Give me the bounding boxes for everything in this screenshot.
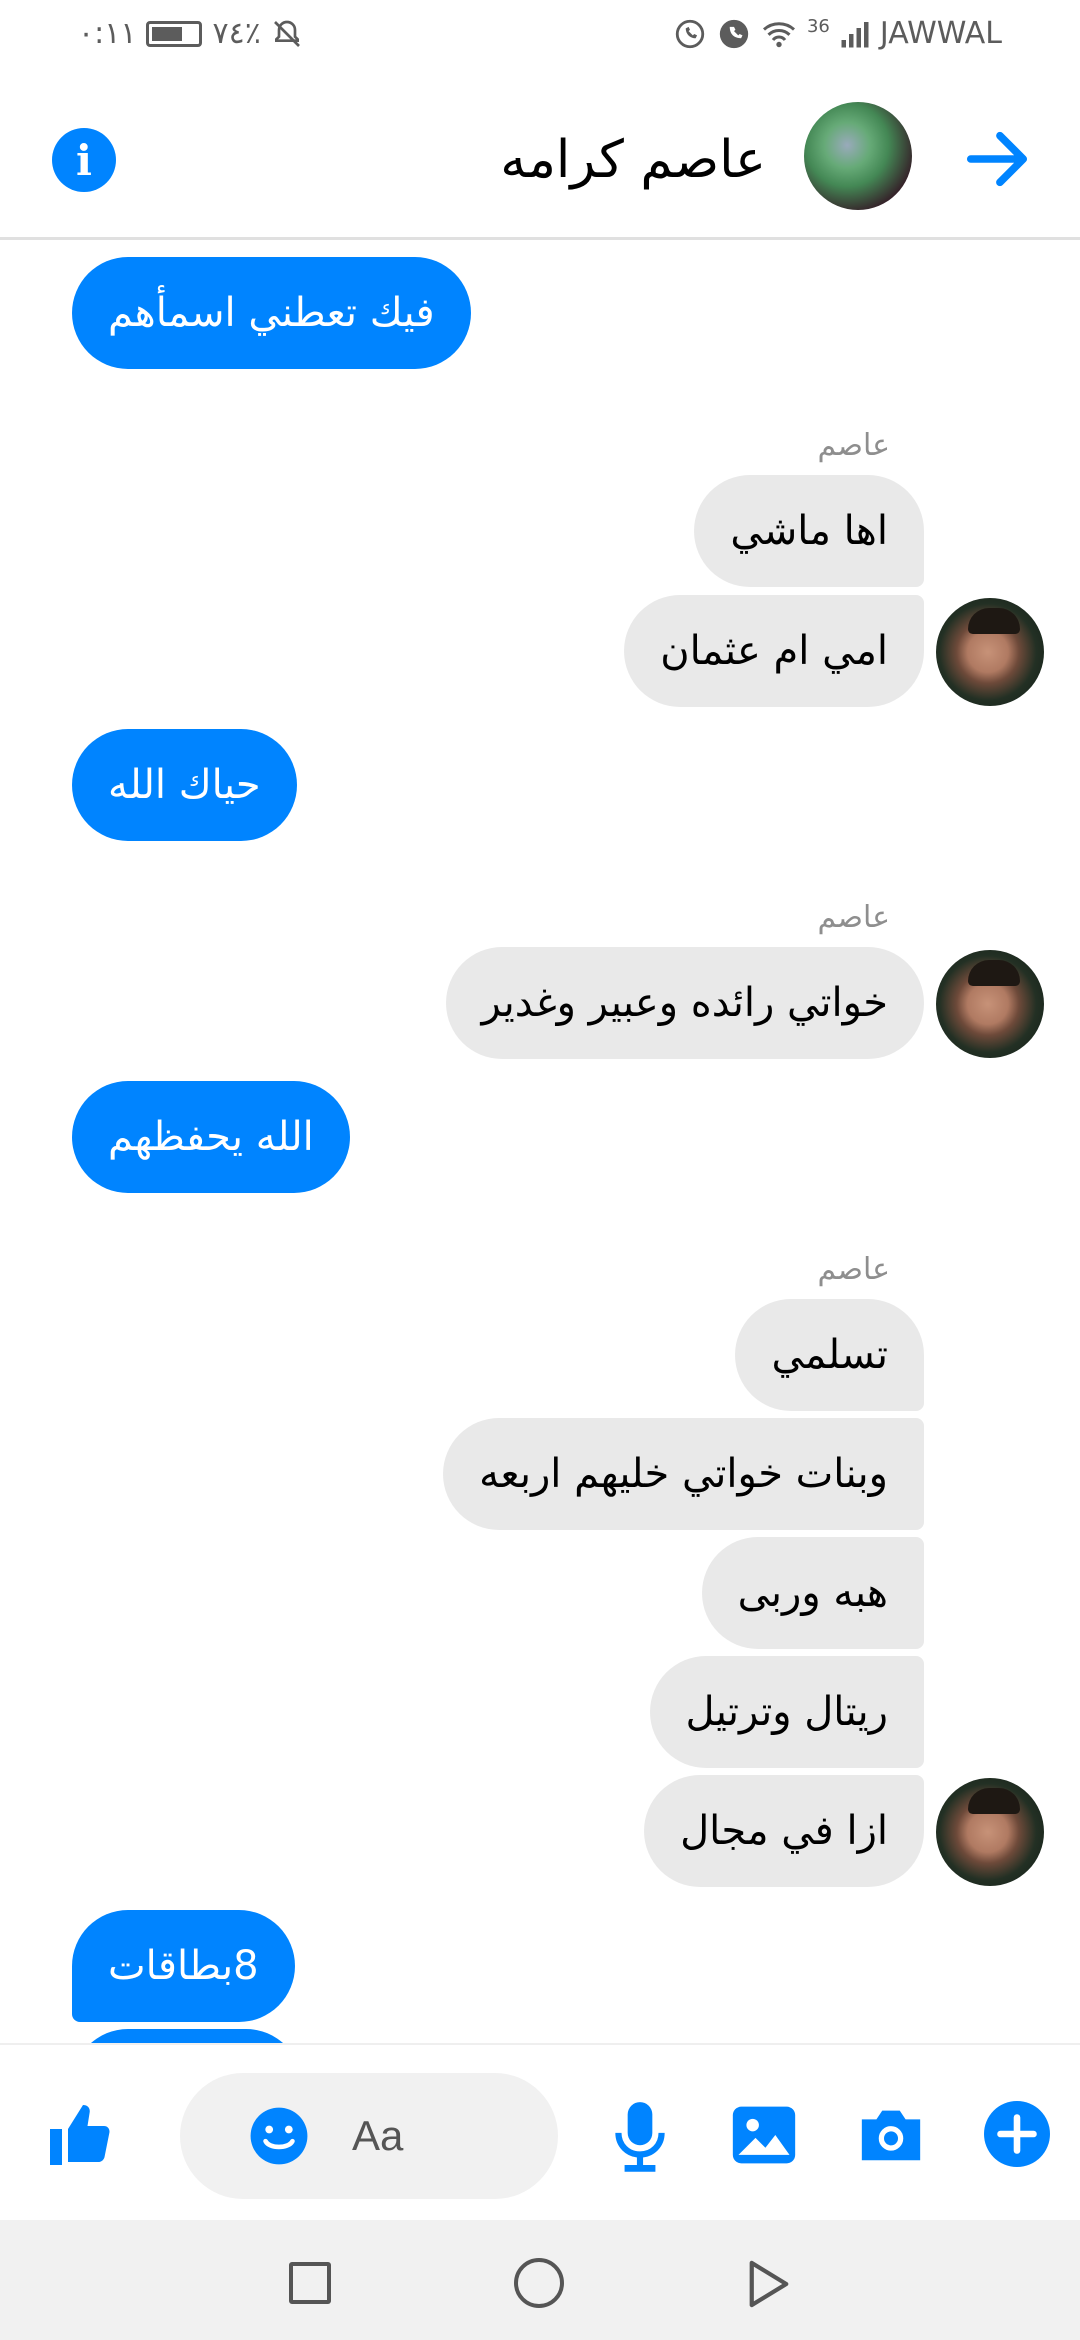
sender-avatar[interactable] [936,598,1044,706]
outgoing-message[interactable]: فيك تعطني اسمأهم [72,257,471,369]
wifi-icon [761,19,797,49]
incoming-message[interactable]: اها ماشي [694,475,924,587]
outgoing-message-partial[interactable] [72,2029,302,2043]
battery-icon [146,20,203,47]
signal-icon [840,19,870,49]
incoming-message[interactable]: خواتي رائده وعبير وغدير [445,947,924,1059]
carrier-name: JAWWAL [879,16,1002,51]
contact-avatar[interactable] [804,102,912,210]
bell-muted-icon [271,18,303,50]
outgoing-message[interactable]: حياك الله [72,729,297,841]
phone-call-icon [717,17,751,51]
thumbs-up-icon[interactable] [44,2099,116,2171]
status-bar: ٠:١١ ٧٤٪ 36 JAWWAL [0,0,1080,76]
sender-avatar[interactable] [936,950,1044,1058]
emoji-icon[interactable] [248,2105,310,2167]
conversation-header: i عاصم كرامه [0,76,1080,240]
sender-name: عاصم [817,1252,890,1287]
sender-avatar[interactable] [936,1778,1044,1886]
network-type: 36 [806,16,830,37]
battery-percent: ٧٤٪ [212,16,261,51]
arrow-right-icon[interactable] [962,124,1032,194]
incoming-message[interactable]: تسلمي [735,1299,924,1411]
nav-back-icon[interactable] [746,2258,792,2310]
incoming-message[interactable]: امي ام عثمان [624,595,924,707]
message-input-container[interactable] [180,2073,558,2199]
home-icon[interactable] [514,2258,564,2308]
message-input[interactable] [350,2073,530,2199]
outgoing-message[interactable]: 8بطاقات [72,1910,295,2022]
microphone-icon[interactable] [612,2099,668,2173]
recent-apps-icon[interactable] [289,2262,331,2304]
plus-icon[interactable] [984,2101,1050,2167]
sender-name: عاصم [817,900,890,935]
image-icon[interactable] [730,2101,798,2169]
status-left: ٠:١١ ٧٤٪ [78,16,303,51]
sender-name: عاصم [817,428,890,463]
incoming-message[interactable]: ازا في مجال [644,1775,924,1887]
incoming-message[interactable]: ريتال وترتيل [649,1656,924,1768]
status-time: ٠:١١ [78,16,137,51]
incoming-message[interactable]: هبه وربى [701,1537,924,1649]
system-nav-bar [0,2220,1080,2340]
contact-name[interactable]: عاصم كرامه [500,128,766,192]
message-list[interactable]: فيك تعطني اسمأهم عاصم اها ماشي امي ام عث… [0,243,1080,2043]
camera-icon[interactable] [856,2103,926,2165]
status-right: 36 JAWWAL [673,16,1002,51]
whatsapp-icon [673,17,707,51]
incoming-message[interactable]: وبنات خواتي خليهم اربعه [443,1418,924,1530]
outgoing-message[interactable]: الله يحفظهم [72,1081,350,1193]
message-composer [0,2043,1080,2220]
info-icon[interactable]: i [52,128,116,192]
